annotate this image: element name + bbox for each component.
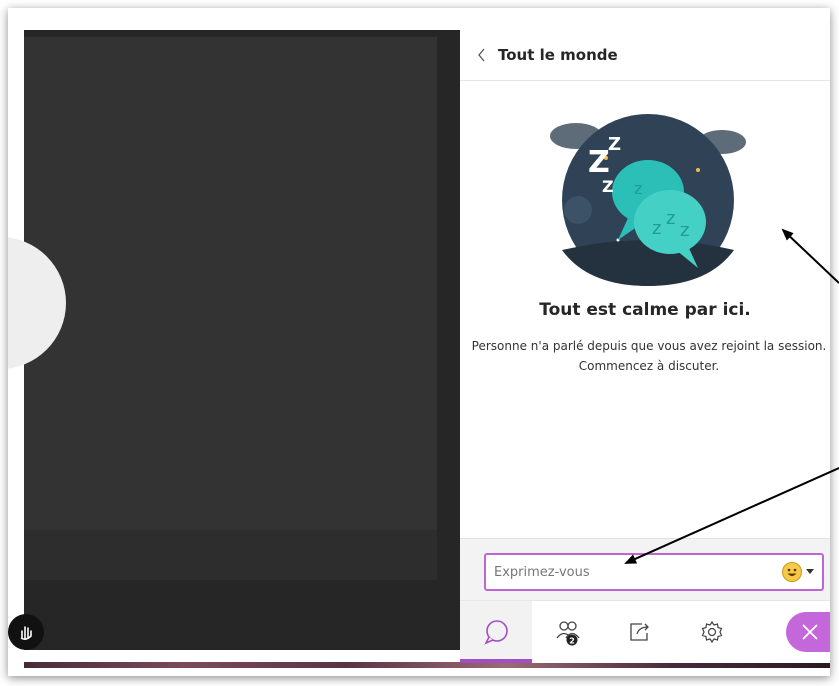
svg-text:Z: Z (588, 145, 610, 180)
svg-text:Z: Z (608, 134, 621, 155)
panel-title: Tout le monde (498, 46, 618, 64)
panel-tab-bar: 2 (460, 600, 830, 663)
raise-hand-button[interactable] (8, 614, 44, 650)
tab-settings[interactable] (676, 601, 748, 663)
tab-participants[interactable]: 2 (532, 601, 604, 663)
close-panel-button[interactable] (786, 612, 830, 652)
message-composer (484, 553, 824, 591)
tab-chat[interactable] (460, 601, 532, 663)
hand-icon (20, 626, 32, 640)
svg-text:z: z (680, 220, 689, 241)
sleeping-chat-illustration: Z Z Z z z z z (550, 114, 746, 286)
share-icon (630, 623, 649, 641)
empty-state-title: Tout est calme par ici. (539, 300, 751, 320)
empty-state-message: Personne n'a parlé depuis que vous avez … (470, 336, 828, 376)
chat-panel: Tout le monde Z Z Z z z z z Tout est cal… (460, 30, 830, 663)
panel-header: Tout le monde (460, 30, 830, 81)
screenshot-frame: Tout le monde Z Z Z z z z z Tout est cal… (8, 8, 830, 676)
smiley-icon (782, 562, 802, 582)
tab-share[interactable] (604, 601, 676, 663)
empty-state-line-2: Commencez à discuter. (578, 359, 720, 373)
chat-bubble-icon (484, 620, 508, 645)
composer-area (460, 538, 830, 601)
empty-state-line-1: Personne n'a parlé depuis que vous avez … (471, 339, 827, 353)
people-icon: 2 (556, 621, 580, 646)
message-input[interactable] (494, 564, 754, 580)
participant-count-badge: 2 (569, 637, 575, 646)
stage-controls-bar (24, 530, 437, 580)
gear-icon (701, 620, 723, 644)
caret-down-icon (806, 569, 814, 574)
svg-text:z: z (666, 208, 675, 229)
chevron-left-icon (478, 48, 485, 62)
svg-text:Z: Z (602, 177, 614, 196)
svg-text:z: z (652, 218, 661, 239)
video-stage (8, 37, 437, 530)
emoji-picker-button[interactable] (782, 562, 814, 582)
close-icon (802, 624, 818, 640)
participant-avatar (8, 237, 66, 369)
svg-text:z: z (634, 179, 642, 198)
